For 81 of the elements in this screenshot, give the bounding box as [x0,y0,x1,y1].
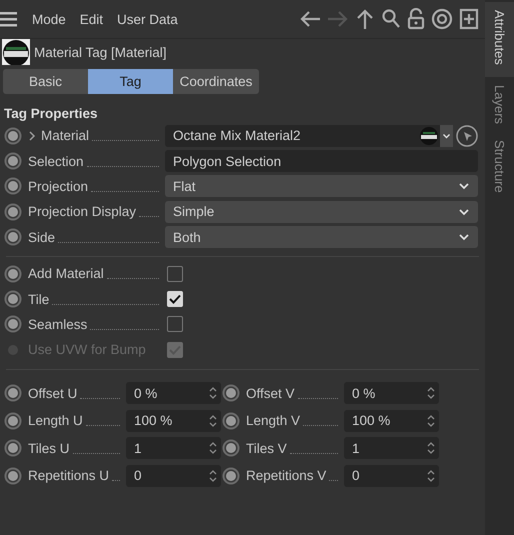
dropdown[interactable]: Simple [165,200,478,223]
spinner-icon[interactable] [209,468,217,483]
property-label: Length U [28,413,83,428]
keyframe-dot-icon[interactable] [4,466,22,485]
keyframe-dot-icon[interactable] [4,228,22,246]
property-label: Tiles U [28,440,70,456]
keyframe-dot-icon[interactable] [4,439,22,458]
chevron-icon [442,132,451,140]
keyframe-dot-icon[interactable] [4,126,22,145]
tab[interactable]: Basic [3,69,88,94]
chevron-icon [458,182,470,190]
property-label: Length V [246,413,300,428]
property-label: Projection Display [28,204,136,220]
keyframe-dot-icon[interactable] [222,439,240,458]
chevron-icon [458,208,470,216]
checkbox[interactable] [167,316,183,332]
property-label: Seamless [28,316,88,332]
menu-item[interactable]: Mode [32,12,66,26]
back-arrow-icon[interactable] [299,9,321,29]
keyframe-dot-icon[interactable] [222,384,240,402]
keyframe-dot-icon[interactable] [4,152,22,170]
up-arrow-icon[interactable] [355,8,375,30]
pick-cursor-icon[interactable] [456,124,478,147]
property-label: Tile [28,292,50,307]
keyframe-dot-icon[interactable] [222,466,240,485]
property-label: Side [28,230,56,245]
number-field[interactable]: 1 [126,437,221,460]
spinner-icon[interactable] [427,441,435,456]
spinner-icon[interactable] [427,386,435,400]
tab[interactable]: Coordinates [173,69,259,94]
side-tab[interactable]: Attributes [485,2,514,77]
target-icon[interactable] [431,8,453,30]
lock-icon[interactable] [407,8,425,30]
material-sphere-icon [420,126,438,145]
side-tab[interactable]: Structure [485,132,514,201]
spinner-icon[interactable] [427,468,435,483]
dropdown-button[interactable] [440,124,453,147]
property-label: Repetitions U [28,468,110,484]
property-label: Selection [28,154,84,169]
number-field[interactable]: 100 % [344,410,439,432]
keyframe-dot-icon[interactable] [4,384,22,402]
tab[interactable]: Tag [88,69,173,94]
property-label: Offset V [246,386,295,401]
new-panel-icon[interactable] [459,8,479,30]
number-field[interactable]: 0 [126,464,221,487]
menu-icon[interactable] [0,11,18,27]
dropdown[interactable]: Flat [165,175,478,198]
spinner-icon[interactable] [209,386,217,400]
keyframe-dot-icon[interactable] [222,412,240,430]
material-link-field[interactable]: Octane Mix Material2 [165,124,453,147]
property-label: Material [41,128,90,144]
property-label: Projection [28,178,88,194]
number-field[interactable]: 0 [344,464,439,487]
number-field[interactable]: 1 [344,437,439,460]
text-field[interactable]: Polygon Selection [165,150,478,172]
number-field[interactable]: 0 % [126,382,221,404]
number-field[interactable]: 0 % [344,382,439,404]
material-sphere-icon [2,39,30,65]
menu-item[interactable]: User Data [117,12,178,26]
chevron-icon [458,233,470,242]
side-tab[interactable]: Layers [485,76,514,132]
menu-item[interactable]: Edit [80,12,104,26]
keyframe-dot-icon[interactable] [4,177,22,196]
keyframe-dot-icon[interactable] [4,315,22,334]
dropdown[interactable]: Both [165,226,478,248]
property-label: Tiles V [246,440,287,456]
property-label: Add Material [28,266,104,282]
number-field[interactable]: 100 % [126,410,221,432]
checkbox[interactable] [167,266,183,282]
object-title: Material Tag [Material] [34,44,167,60]
section-title: Tag Properties [3,105,99,123]
keyframe-dot-icon[interactable] [4,264,22,283]
keyframe-dot-icon[interactable] [4,202,22,221]
keyframe-dot-icon[interactable] [4,290,22,308]
spinner-icon[interactable] [209,441,217,456]
property-label: Repetitions V [246,468,326,484]
search-icon[interactable] [381,8,401,30]
keyframe-dot-icon[interactable] [4,412,22,430]
spinner-icon[interactable] [209,414,217,428]
spinner-icon[interactable] [427,414,435,428]
property-label: Offset U [28,386,78,401]
